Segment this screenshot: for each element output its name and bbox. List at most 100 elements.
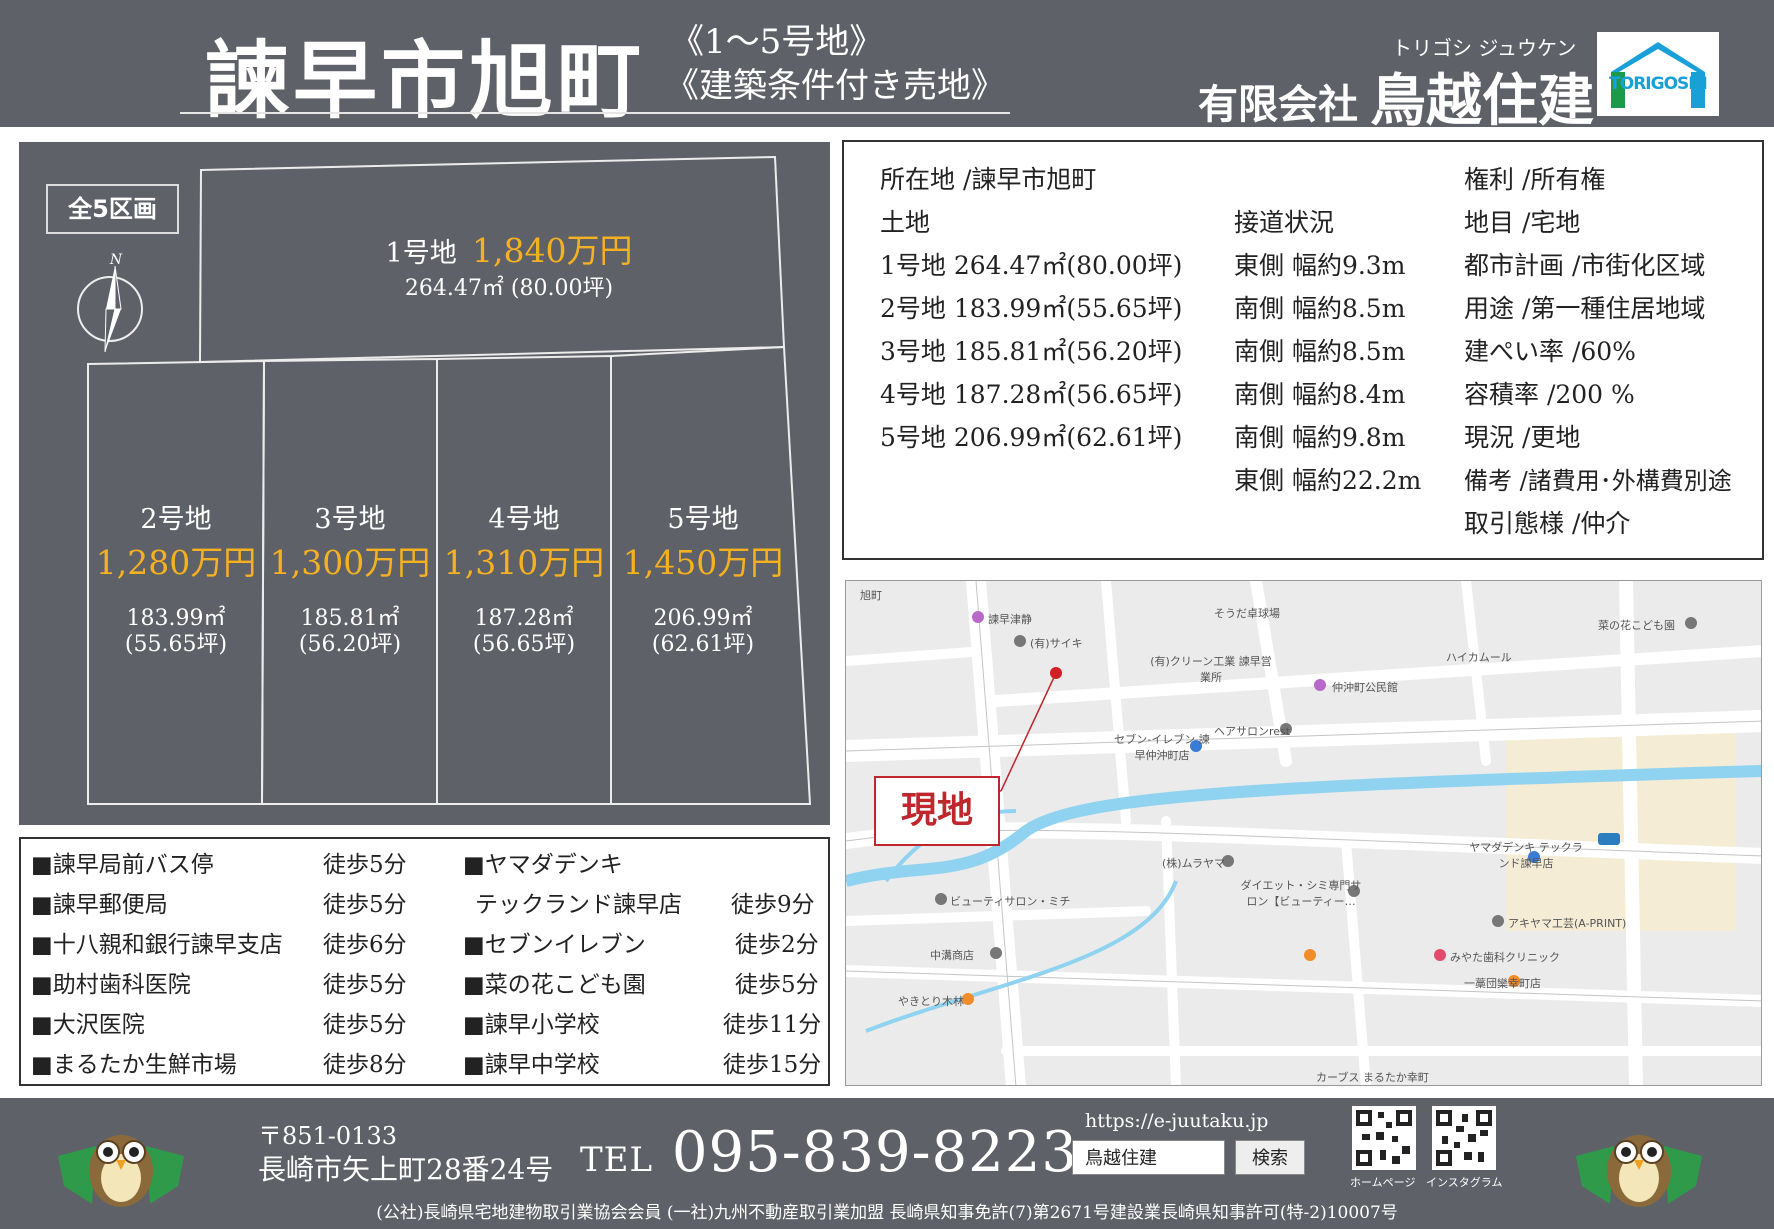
lot-2-price: 1,280万円 xyxy=(95,543,257,582)
company-name: 鳥越住建 xyxy=(1370,69,1594,134)
map-label: (有)クリーン工業 諫早営業所 xyxy=(1150,655,1272,684)
compass-label: N xyxy=(109,252,123,268)
map-label: ダイエット・シミ専門サロン【ビューティー… xyxy=(1240,879,1362,908)
nearby-facilities-panel: ■諫早局前バス停 徒歩5分 ■諫早郵便局 徒歩5分 ■十八親和銀行諫早支店 徒歩… xyxy=(19,837,830,1086)
map-label: 仲沖町公民館 xyxy=(1332,681,1398,694)
lot-3-price: 1,300万円 xyxy=(269,543,431,582)
info-lot-row: 1号地 264.47㎡(80.00坪) xyxy=(880,251,1183,280)
search-button[interactable]: 検索 xyxy=(1235,1140,1305,1175)
lot-3-area-tsubo: (56.20坪) xyxy=(298,632,402,657)
map-label: そうだ卓球場 xyxy=(1214,607,1280,620)
facility-name: ■十八親和銀行諫早支店 xyxy=(31,932,283,958)
community-hall-pin-icon xyxy=(1314,679,1326,691)
map-label: ビューティサロン・ミチ xyxy=(950,895,1071,908)
company-address: 長崎市矢上町28番24号 xyxy=(258,1153,554,1186)
lot-5-price: 1,450万円 xyxy=(622,543,784,582)
lot-4-label: 4号地 1,310万円 187.28㎡ (56.65坪) xyxy=(439,497,609,658)
license-info: (公社)長崎県宅地建物取引業協会会員 (一社)九州不動産取引業加盟 長崎県知事免… xyxy=(376,1203,1398,1223)
info-spec-row: 容積率 /200 % xyxy=(1464,380,1635,409)
info-lot-row: 3号地 185.81㎡(56.20坪) xyxy=(880,337,1183,366)
lot-5-area-tsubo: (62.61坪) xyxy=(651,632,755,657)
info-spec-row: 都市計画 /市街化区域 xyxy=(1464,251,1706,280)
owl-mascot-icon xyxy=(58,1135,184,1207)
info-land-heading: 土地 xyxy=(880,208,931,237)
info-spec-row: 地目 /宅地 xyxy=(1464,208,1581,237)
info-spec-row: 取引態様 /仲介 xyxy=(1464,509,1631,538)
qr-home-caption: ホームページ xyxy=(1350,1176,1416,1189)
map-label: やきとり木林 xyxy=(898,995,964,1008)
map-label: カーブス まるたか幸町 xyxy=(1316,1071,1429,1084)
page-title: 諫早市旭町 xyxy=(205,31,646,130)
map-label: 諫早津静 xyxy=(988,613,1032,626)
lot-4-area-tsubo: (56.65坪) xyxy=(472,632,576,657)
facility-time: 徒歩2分 xyxy=(735,932,819,958)
lot-1-name: 1号地 xyxy=(385,238,457,269)
info-lot-row: 2号地 183.99㎡(55.65坪) xyxy=(880,294,1183,323)
lot-2-name: 2号地 xyxy=(140,504,212,535)
facility-name: ■諫早中学校 xyxy=(463,1052,600,1078)
qr-code-homepage-icon[interactable] xyxy=(1352,1106,1416,1170)
map-label: 一藁団欒幸町店 xyxy=(1464,977,1541,990)
facility-name: テックランド諫早店 xyxy=(475,892,682,918)
map-label: みやた歯科クリニック xyxy=(1450,951,1560,964)
facility-time: 徒歩5分 xyxy=(323,1012,407,1038)
info-lot-row: 4号地 187.28㎡(56.65坪) xyxy=(880,380,1183,409)
qr-insta-caption: インスタグラム xyxy=(1426,1176,1503,1189)
route-shield-icon xyxy=(1598,833,1620,845)
lot-4-name: 4号地 xyxy=(488,504,560,535)
company-prefix: 有限会社 xyxy=(1198,82,1358,128)
plot-plan-panel: N 全5区画 1号地 1,840万円 264.47㎡ (80.00坪) 2号地 … xyxy=(19,142,830,825)
phone-number: TEL 095-839-8223 xyxy=(580,1120,1078,1185)
website-url[interactable]: https://e-juutaku.jp xyxy=(1085,1110,1268,1132)
facility-time: 徒歩15分 xyxy=(723,1052,822,1078)
search-input[interactable]: 鳥越住建 xyxy=(1072,1140,1225,1175)
qr-code-instagram-icon[interactable] xyxy=(1432,1106,1496,1170)
school-pin-icon xyxy=(1685,617,1697,629)
location-map[interactable]: 現地 旭町 諫早津静 (有)サイキ そうだ卓球場 菜の花こども園 (有)クリーン… xyxy=(845,580,1762,1086)
property-info-panel: 所在地 /諫早市旭町 土地 1号地 264.47㎡(80.00坪) 2号地 18… xyxy=(842,140,1764,560)
facility-time: 徒歩6分 xyxy=(323,932,407,958)
lot-3-area-m2: 185.81㎡ xyxy=(300,606,400,631)
info-location: 所在地 /諫早市旭町 xyxy=(880,165,1097,194)
site-label: 現地 xyxy=(874,776,1000,846)
compass-icon: N xyxy=(77,252,143,353)
facility-name: ■助村歯科医院 xyxy=(31,972,191,998)
facility-name: ■大沢医院 xyxy=(31,1012,145,1038)
facility-time: 徒歩9分 xyxy=(731,892,815,918)
tel-label: TEL xyxy=(580,1140,654,1180)
facility-name: ■諫早局前バス停 xyxy=(31,852,214,878)
map-label: セブン-イレブン 諫早仲沖町店 xyxy=(1114,733,1210,762)
info-spec-row: 備考 /諸費用･外構費別途 xyxy=(1464,467,1732,495)
temple-pin-icon xyxy=(972,611,984,623)
map-label: ヘアサロンrest xyxy=(1214,725,1291,738)
facility-time: 徒歩5分 xyxy=(323,852,407,878)
subtitle-sale-type: 《建築条件付き売地》 xyxy=(665,66,1005,106)
lot-2-label: 2号地 1,280万円 183.99㎡ (55.65坪) xyxy=(91,497,261,658)
lot-4-price: 1,310万円 xyxy=(443,543,605,582)
info-spec-row: 現況 /更地 xyxy=(1464,423,1581,452)
info-road-row: 南側 幅約8.5m xyxy=(1234,294,1406,323)
salon-pin-icon xyxy=(935,893,947,905)
facility-time: 徒歩5分 xyxy=(323,972,407,998)
title-underline xyxy=(180,112,1010,114)
facility-name: ■菜の花こども園 xyxy=(463,972,646,998)
lot-4-area-m2: 187.28㎡ xyxy=(474,606,574,631)
tel-number: 095-839-8223 xyxy=(671,1120,1079,1185)
postal-code: 〒851-0133 xyxy=(258,1122,397,1150)
info-spec-row: 用途 /第一種住居地域 xyxy=(1464,294,1706,323)
subtitle-lots: 《1～5号地》 xyxy=(670,22,884,62)
total-lots-badge: 全5区画 xyxy=(46,184,179,234)
map-label: (有)サイキ xyxy=(1030,637,1083,650)
lot-5-area-m2: 206.99㎡ xyxy=(653,606,753,631)
facility-time: 徒歩8分 xyxy=(323,1052,407,1078)
info-road-row: 南側 幅約9.8m xyxy=(1234,423,1406,452)
map-label: ヤマダデンキ テックランド諫早店 xyxy=(1469,841,1583,870)
facility-name: ■ヤマダデンキ xyxy=(463,852,623,878)
site-marker-icon xyxy=(1050,667,1062,679)
facility-time: 徒歩11分 xyxy=(723,1012,822,1038)
shop-pin-icon xyxy=(990,947,1002,959)
info-road-row: 南側 幅約8.5m xyxy=(1234,337,1406,366)
footer: 〒851-0133 長崎市矢上町28番24号 TEL 095-839-8223 … xyxy=(0,1098,1774,1229)
lot-2-area-tsubo: (55.65坪) xyxy=(124,632,228,657)
map-label: 中溝商店 xyxy=(930,949,974,962)
